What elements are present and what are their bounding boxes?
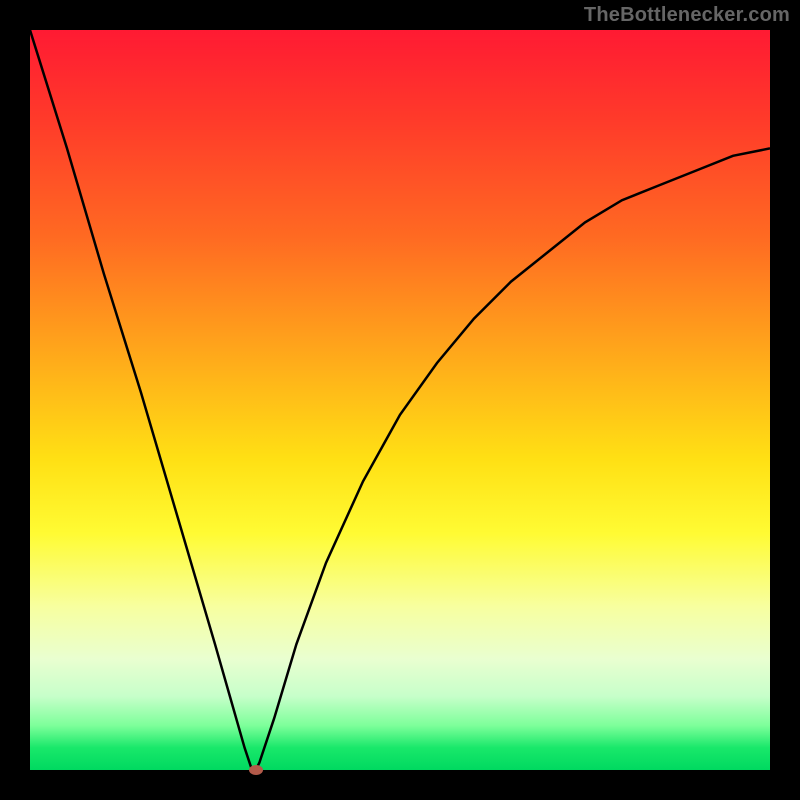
optimal-point-marker (249, 765, 263, 775)
chart-frame: TheBottlenecker.com (0, 0, 800, 800)
bottleneck-curve (30, 30, 770, 770)
watermark-text: TheBottlenecker.com (584, 4, 790, 27)
plot-area (30, 30, 770, 770)
plot-outer (30, 30, 770, 770)
curve-path (30, 30, 770, 770)
